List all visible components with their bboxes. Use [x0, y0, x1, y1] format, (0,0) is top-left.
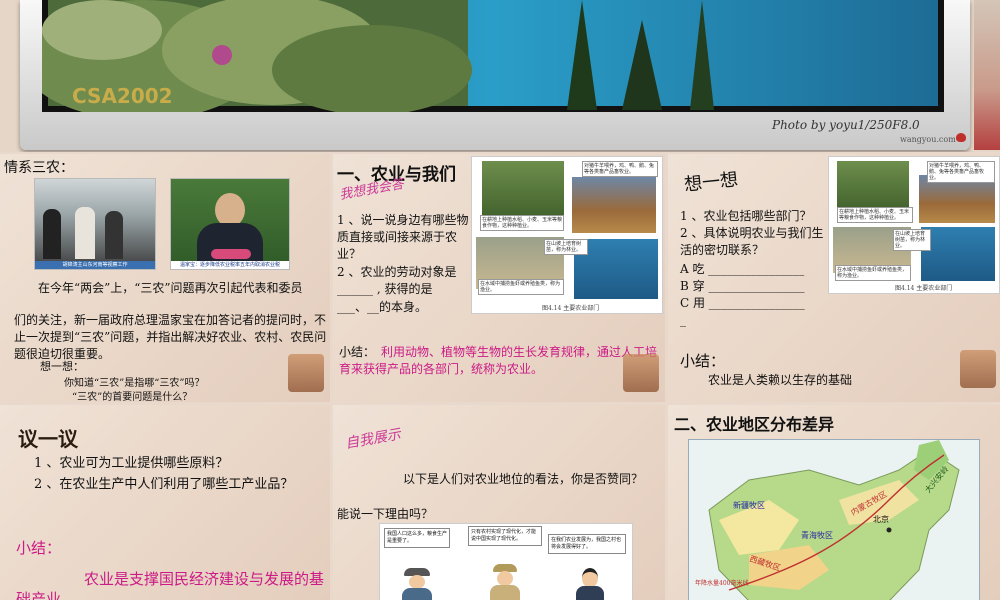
figure-crop-photo [572, 177, 656, 233]
figure-title: 图4.14 主要农业部门 [895, 285, 953, 292]
map-label-qinghai: 青海牧区 [801, 531, 833, 540]
slide3-a: A 吃 ________________ [680, 262, 805, 276]
photo2-caption: 温家宝：逐步降低农业税率五年内取消农业税 [171, 261, 289, 269]
landscape-illustration [22, 0, 938, 120]
slide6-title: 二、农业地区分布差异 [674, 415, 835, 434]
figure-caption-4: 在水域中捕捞鱼虾或养殖鱼类，称为渔业。 [835, 265, 911, 281]
banner-logo: CSA2002 [72, 84, 173, 108]
slide1-q2: “三农”的首要问题是什么？ [72, 392, 193, 402]
slide4-q1: 1 、农业可为工业提供哪些原料？ [34, 456, 229, 471]
slide-think: 想一想 1 、农业包括哪些部门？ 2 、具体说明农业与我们生活的密切联系？ A … [668, 154, 1000, 402]
slide2-item1: 1 、说一说身边有哪些物质直接或间接来源于农业？ [337, 213, 469, 261]
slide3-q2: 2 、具体说明农业与我们生活的密切联系？ [680, 226, 824, 257]
figure-fishing-photo [921, 227, 995, 281]
scholar-figure-icon [576, 568, 604, 600]
china-map-illustration [708, 440, 960, 600]
map-label-rainfall-line: 年降水量400毫米线 [695, 580, 749, 587]
banner-site: wangyou.com [900, 135, 956, 144]
slide2-item2a: 2 、农业的劳动对象是______ , 获得的是 [337, 265, 457, 296]
figure-caption-2: 在耕地上种植水稻、小麦、玉米等粮食作物，这种种植业。 [480, 215, 564, 231]
slide3-c: C 用 ________________ [680, 296, 805, 310]
slide2-figure: 对猪牛羊喂养，鸡、鸭、鹅、兔等各类畜产品畜牧业。 在耕地上种植水稻、小麦、玉米等… [471, 156, 663, 314]
slide-regional-distribution: 二、农业地区分布差异 新疆牧区 西藏牧区 青海牧区 北京 内蒙古牧区 大兴安岭 … [668, 405, 1000, 600]
slide1-q1: 你知道“三农”是指哪“三农”吗？ [64, 378, 205, 389]
slide1-title: 情系三农： [4, 160, 74, 176]
slide-discuss: 议一议 1 、农业可为工业提供哪些原料？ 2 、在农业生产中人们利用了哪些工产业… [0, 405, 330, 600]
figure-caption-4: 在水域中捕捞鱼虾或养殖鱼类，称为渔业。 [478, 279, 564, 295]
slide4-title: 议一议 [18, 427, 78, 451]
slide3-figure: 对猪牛羊喂养，鸡、鸭、鹅、兔等各类畜产品畜牧业。 在耕地上种植水稻、小麦、玉米等… [828, 156, 1000, 294]
farmer-figure-icon [402, 568, 432, 600]
figure-pasture-photo [482, 161, 564, 223]
photo1-caption: 胡锦涛主山东河南等视察工作 [35, 261, 155, 269]
figure-title: 图4.14 主要农业部门 [542, 305, 600, 312]
photo-hu-visit: 胡锦涛主山东河南等视察工作 [34, 178, 156, 270]
slide2-item2b: ___、__的本身。 [337, 300, 428, 314]
slide1-para2: 们的关注，新一届政府总理温家宝在加答记者的提问时，不止一次提到“三农”问题，并指… [14, 313, 327, 361]
heart-icon [956, 133, 966, 142]
figure-caption-3: 在山坡上培育树苗，称为林业。 [893, 229, 931, 251]
figure-caption-2: 在耕地上种植水稻、小麦、玉米等粮食作物，这种种植业。 [837, 207, 913, 223]
slide-self-show: 自我展示 以下是人们对农业地位的看法，你是否赞同？ 能说一下理由吗？ 我国人口这… [333, 405, 665, 600]
slide3-q1: 1 、农业包括哪些部门？ [680, 209, 812, 223]
slide-sannong: 情系三农： 胡锦涛主山东河南等视察工作 温家宝：逐步降低农业税率五年内取消农业税… [0, 154, 330, 402]
corner-deco-icon [960, 350, 996, 388]
slide3-summary-label: 小结： [680, 352, 726, 370]
speech-bubble-1: 我国人口这么多，粮食生产是重要了。 [384, 528, 450, 548]
slide5-para1: 以下是人们对农业地位的看法，你是否赞同？ [403, 472, 644, 486]
map-label-xinjiang: 新疆牧区 [733, 501, 765, 510]
slide3-summary: 农业是人类赖以生存的基础 [708, 373, 853, 387]
map-label-beijing: 北京 [873, 515, 889, 524]
worker-figure-icon [490, 564, 520, 600]
slide-agriculture-and-us: 一、农业与我们 我想我会答 1 、说一说身边有哪些物质直接或间接来源于农业？ 2… [333, 154, 665, 402]
banner-frame: CSA2002 Photo by yoyu1/250F8.0 wangyou.c… [20, 0, 970, 150]
slide2-summary: 利用动物、植物等生物的生长发育规律，通过人工培育来获得产品的各部门，统称为农业。 [339, 345, 658, 376]
slide1-para1: 在今年“两会”上，“三农”问题再次引起代表和委员 [38, 281, 303, 295]
slide4-summary-label: 小结： [16, 539, 62, 557]
opinion-cartoon: 我国人口这么多，粮食生产是重要了。 只有农村实现了现代化，才能说中国实现了现代化… [379, 523, 633, 600]
photo-wen-portrait: 温家宝：逐步降低农业税率五年内取消农业税 [170, 178, 290, 270]
slide3-b: B 穿 ________________ [680, 279, 805, 293]
top-banner-tile: CSA2002 Photo by yoyu1/250F8.0 wangyou.c… [0, 0, 1000, 152]
speech-bubble-2: 只有农村实现了现代化，才能说中国实现了现代化。 [468, 526, 542, 546]
corner-deco-icon [623, 354, 659, 392]
slide5-title: 自我展示 [344, 426, 402, 453]
slide5-para2: 能说一下理由吗？ [337, 507, 434, 521]
slide1-think: 想一想： [40, 360, 84, 373]
right-edge-photo [974, 0, 1000, 150]
corner-deco-icon [288, 354, 324, 392]
banner-landscape-photo: CSA2002 [22, 0, 944, 120]
slide4-q2: 2 、在农业生产中人们利用了哪些工产业品？ [34, 477, 294, 492]
slide4-summary: 农业是支撑国民经济建设与发展的基础产业 [16, 570, 325, 600]
figure-caption-3: 在山坡上培育树苗，称为林业。 [544, 239, 588, 255]
figure-caption-1: 对猪牛羊喂养，鸡、鸭、鹅、兔等各类畜产品畜牧业。 [927, 161, 995, 183]
slide3-title: 想一想 [683, 169, 740, 196]
figure-caption-1: 对猪牛羊喂养，鸡、鸭、鹅、兔等各类畜产品畜牧业。 [582, 161, 658, 177]
banner-credit: Photo by yoyu1/250F8.0 [772, 118, 920, 132]
slide3-dash: _ [680, 313, 686, 327]
china-agri-map: 新疆牧区 西藏牧区 青海牧区 北京 内蒙古牧区 大兴安岭 年降水量400毫米线 [688, 439, 980, 600]
speech-bubble-3: 在我们农业发展为，我国之村也将会发展得好了。 [548, 534, 626, 554]
